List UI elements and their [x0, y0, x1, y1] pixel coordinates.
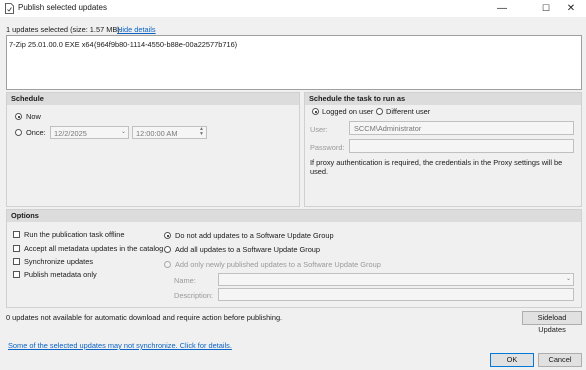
chevron-down-icon: ⌄: [120, 129, 126, 135]
selection-summary: 1 updates selected (size: 1.57 MB).: [6, 25, 122, 34]
publish-metadata-checkbox[interactable]: [13, 271, 20, 278]
user-field[interactable]: SCCM\Administrator: [349, 121, 574, 135]
updates-list[interactable]: 7-Zip 25.01.00.0 EXE x64 (964f9b80-1114-…: [6, 35, 582, 90]
proxy-note: If proxy authentication is required, the…: [310, 158, 563, 176]
now-radio[interactable]: [15, 113, 22, 120]
offline-checkbox[interactable]: [13, 231, 20, 238]
hide-details-link[interactable]: Hide details: [117, 25, 156, 34]
schedule-header: Schedule: [7, 93, 299, 105]
new-group-radio[interactable]: [164, 261, 171, 268]
sync-warning-link[interactable]: Some of the selected updates may not syn…: [8, 341, 232, 350]
all-group-radio[interactable]: [164, 246, 171, 253]
minimize-button[interactable]: —: [487, 0, 517, 17]
status-text: 0 updates not available for automatic do…: [6, 313, 283, 322]
sideload-updates-button[interactable]: Sideload Updates: [522, 311, 582, 334]
options-header: Options: [7, 210, 581, 222]
date-value: 12/2/2025: [54, 129, 87, 138]
no-group-label: Do not add updates to a Software Update …: [175, 231, 334, 240]
different-user-label: Different user: [386, 107, 431, 116]
time-value: 12:00:00 AM: [136, 129, 178, 138]
spinner-icon: ▲ ▼: [199, 126, 204, 137]
now-label: Now: [26, 112, 41, 121]
description-field[interactable]: [218, 288, 574, 301]
user-label: User:: [310, 125, 328, 134]
password-field[interactable]: [349, 139, 574, 153]
run-as-header: Schedule the task to run as: [305, 93, 581, 105]
all-group-label: Add all updates to a Software Update Gro…: [175, 245, 321, 254]
time-picker[interactable]: 12:00:00 AM ▲ ▼: [132, 126, 207, 139]
document-icon: [5, 3, 14, 14]
new-group-label: Add only newly published updates to a So…: [175, 260, 381, 269]
name-label: Name:: [174, 276, 196, 285]
once-label: Once:: [26, 128, 46, 137]
password-label: Password:: [310, 143, 345, 152]
synchronize-label: Synchronize updates: [24, 257, 94, 266]
accept-metadata-checkbox[interactable]: [13, 245, 20, 252]
publish-metadata-label: Publish metadata only: [24, 270, 97, 279]
ok-button[interactable]: OK: [490, 353, 534, 367]
different-user-radio[interactable]: [376, 108, 383, 115]
no-group-radio[interactable]: [164, 232, 171, 239]
description-label: Description:: [174, 291, 214, 300]
close-button[interactable]: ✕: [556, 0, 586, 17]
logged-on-user-label: Logged on user: [322, 107, 374, 116]
accept-metadata-label: Accept all metadata updates in the catal…: [24, 244, 164, 253]
user-value: SCCM\Administrator: [354, 124, 422, 133]
logged-on-user-radio[interactable]: [312, 108, 319, 115]
schedule-group: Schedule: [6, 92, 300, 207]
once-radio[interactable]: [15, 129, 22, 136]
group-name-combo[interactable]: ⌄: [218, 273, 574, 286]
window-title: Publish selected updates: [18, 3, 107, 12]
offline-label: Run the publication task offline: [24, 230, 125, 239]
update-guid: (964f9b80-1114-4550-b88e-00a22577b716): [94, 40, 238, 49]
cancel-button[interactable]: Cancel: [538, 353, 582, 367]
update-name: 7-Zip 25.01.00.0 EXE x64: [9, 40, 94, 49]
chevron-down-icon: ⌄: [565, 276, 571, 282]
synchronize-checkbox[interactable]: [13, 258, 20, 265]
date-picker[interactable]: 12/2/2025 ⌄: [50, 126, 129, 139]
